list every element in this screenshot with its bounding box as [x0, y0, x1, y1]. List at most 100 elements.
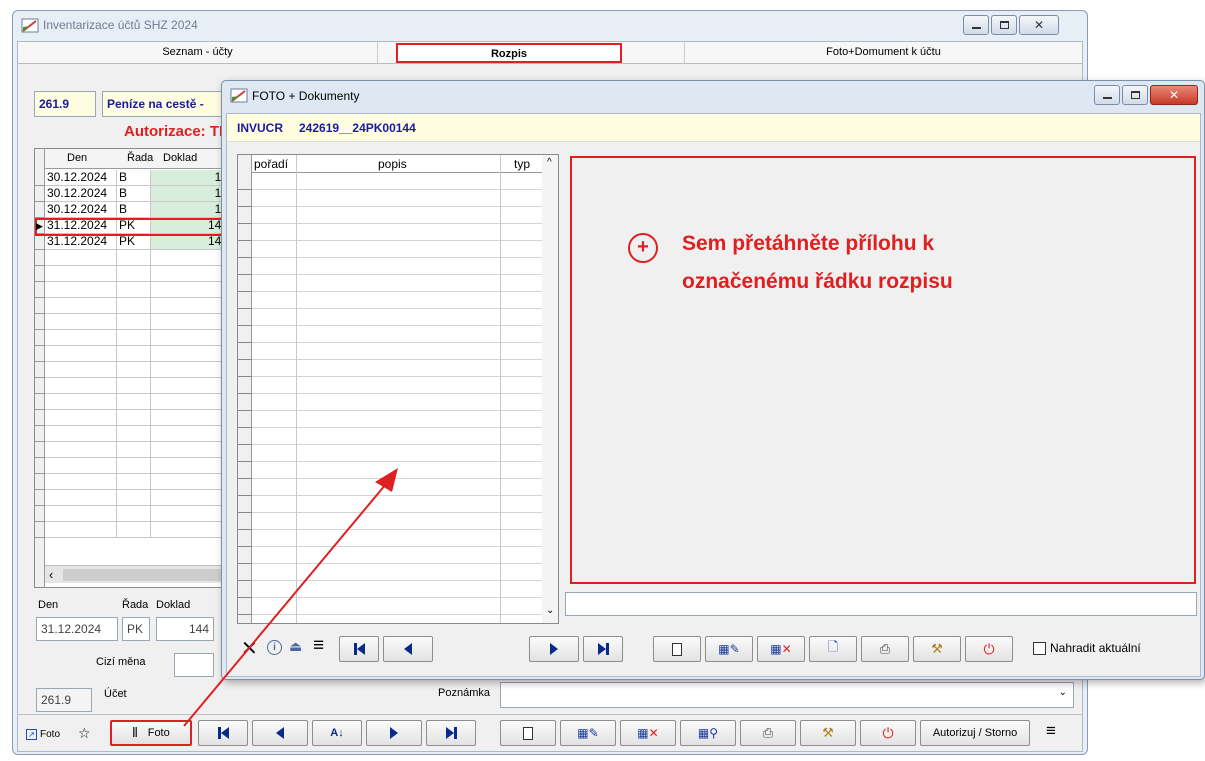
grid-empty-cell[interactable]: [117, 250, 151, 266]
next-record-button[interactable]: [366, 720, 422, 746]
dlg-new-button[interactable]: [653, 636, 701, 662]
grid-empty-cell[interactable]: [117, 314, 151, 330]
dlg-prev-button[interactable]: [383, 636, 433, 662]
grid-cell[interactable]: B: [117, 186, 151, 202]
poznamka-field[interactable]: ⌄: [500, 682, 1074, 708]
dialog-minimize-button[interactable]: [1094, 85, 1120, 105]
nahradit-checkbox[interactable]: [1033, 642, 1046, 655]
grid-empty-cell[interactable]: [45, 522, 117, 538]
edit-record-button[interactable]: ▦✎: [560, 720, 616, 746]
maximize-button[interactable]: [991, 15, 1017, 35]
grid-empty-cell[interactable]: [117, 410, 151, 426]
minimize-button[interactable]: [963, 15, 989, 35]
dlg-last-button[interactable]: [583, 636, 623, 662]
grid-empty-cell[interactable]: [117, 474, 151, 490]
menu-lines-icon[interactable]: ≡: [313, 635, 324, 657]
grid-empty-cell[interactable]: [117, 298, 151, 314]
grid-cell[interactable]: 30.12.2024: [45, 170, 117, 186]
grid-empty-cell[interactable]: [117, 458, 151, 474]
grid-empty-cell[interactable]: [45, 282, 117, 298]
search-record-button[interactable]: ▦⚲: [680, 720, 736, 746]
rada-field[interactable]: PK: [122, 617, 150, 641]
autorizuj-storno-button[interactable]: Autorizuj / Storno: [920, 720, 1030, 746]
foto-button[interactable]: ⫴ Foto: [110, 720, 192, 746]
grid-empty-cell[interactable]: [117, 282, 151, 298]
dlg-print-button[interactable]: ⎙: [861, 636, 909, 662]
dlg-delete-button[interactable]: ▦✕: [757, 636, 805, 662]
grid-empty-cell[interactable]: [45, 458, 117, 474]
poznamka-dropdown-icon[interactable]: ⌄: [1059, 687, 1067, 698]
grid-empty-cell[interactable]: [117, 378, 151, 394]
grid-cell[interactable]: 30.12.2024: [45, 202, 117, 218]
scroll-down-icon[interactable]: ⌄: [546, 605, 554, 616]
new-record-button[interactable]: [500, 720, 556, 746]
grid-empty-cell[interactable]: [45, 490, 117, 506]
grid-cell[interactable]: B: [117, 170, 151, 186]
dlg-tools-button[interactable]: ⚒: [913, 636, 961, 662]
cancel-x-icon[interactable]: ✕: [241, 636, 258, 661]
dialog-maximize-button[interactable]: [1122, 85, 1148, 105]
pin-icon[interactable]: ☆: [78, 725, 91, 742]
prev-record-button[interactable]: [252, 720, 308, 746]
grid-empty-cell[interactable]: [117, 522, 151, 538]
main-title-bar[interactable]: Inventarizace účtů SHZ 2024 ✕: [13, 11, 1087, 39]
grid-empty-cell[interactable]: [117, 362, 151, 378]
dlg-edit-button[interactable]: ▦✎: [705, 636, 753, 662]
menu-icon[interactable]: ≡: [1046, 721, 1056, 741]
grid-empty-cell[interactable]: [45, 250, 117, 266]
grid-empty-cell[interactable]: [45, 330, 117, 346]
tab-seznam-ucty[interactable]: Seznam - účty: [18, 42, 378, 63]
grid-empty-cell[interactable]: [45, 410, 117, 426]
den-field[interactable]: 31.12.2024: [36, 617, 118, 641]
dialog-title-bar[interactable]: FOTO + Dokumenty ✕: [222, 81, 1204, 109]
account-number-field[interactable]: 261.9: [34, 91, 96, 117]
ucet-field[interactable]: 261.9: [36, 688, 92, 712]
dlg-next-button[interactable]: [529, 636, 579, 662]
grid-horizontal-scrollbar[interactable]: ‹: [45, 565, 241, 583]
grid-empty-cell[interactable]: [45, 346, 117, 362]
dlg-first-button[interactable]: [339, 636, 379, 662]
grid-empty-cell[interactable]: [117, 442, 151, 458]
tools-button[interactable]: ⚒: [800, 720, 856, 746]
grid-empty-cell[interactable]: [45, 474, 117, 490]
dlg-preview-button[interactable]: 🗋: [809, 636, 857, 662]
tab-foto-dokument[interactable]: Foto+Domument k účtu: [684, 42, 1082, 63]
attach-vertical-scrollbar[interactable]: ^ ⌄: [542, 155, 558, 623]
scroll-thumb[interactable]: [63, 569, 233, 581]
scroll-up-icon[interactable]: ^: [547, 157, 552, 168]
grid-empty-cell[interactable]: [45, 378, 117, 394]
close-button[interactable]: ✕: [1019, 15, 1059, 35]
info-icon[interactable]: i: [267, 640, 282, 655]
power-button[interactable]: ⏻: [860, 720, 916, 746]
foto-link[interactable]: ↗ Foto: [26, 724, 72, 744]
last-record-button[interactable]: [426, 720, 476, 746]
delete-record-button[interactable]: ▦✕: [620, 720, 676, 746]
grid-empty-cell[interactable]: [117, 490, 151, 506]
attachment-path-field[interactable]: [565, 592, 1197, 616]
grid-empty-cell[interactable]: [45, 426, 117, 442]
attachments-grid[interactable]: pořadí popis typ ^ ⌄: [237, 154, 559, 624]
grid-empty-cell[interactable]: [117, 266, 151, 282]
grid-empty-cell[interactable]: [45, 298, 117, 314]
grid-empty-cell[interactable]: [117, 506, 151, 522]
grid-cell[interactable]: 30.12.2024: [45, 186, 117, 202]
grid-empty-cell[interactable]: [45, 442, 117, 458]
doklad-field[interactable]: 144: [156, 617, 214, 641]
grid-empty-cell[interactable]: [117, 394, 151, 410]
cizi-mena-field[interactable]: [174, 653, 214, 677]
sort-button[interactable]: A↓: [312, 720, 362, 746]
grid-empty-cell[interactable]: [45, 506, 117, 522]
grid-cell[interactable]: 31.12.2024: [45, 234, 117, 250]
print-button[interactable]: ⎙: [740, 720, 796, 746]
grid-empty-cell[interactable]: [45, 394, 117, 410]
grid-empty-cell[interactable]: [117, 330, 151, 346]
grid-cell[interactable]: B: [117, 202, 151, 218]
dlg-power-button[interactable]: ⏻: [965, 636, 1013, 662]
first-record-button[interactable]: [198, 720, 248, 746]
grid-empty-cell[interactable]: [45, 362, 117, 378]
grid-cell[interactable]: PK: [117, 234, 151, 250]
grid-empty-cell[interactable]: [117, 426, 151, 442]
scroll-left-icon[interactable]: ‹: [49, 567, 53, 582]
tab-rozpis[interactable]: Rozpis: [396, 43, 622, 63]
rozpis-grid[interactable]: Den Řada Doklad 30.12.2024B1230.12.2024B…: [34, 148, 242, 588]
